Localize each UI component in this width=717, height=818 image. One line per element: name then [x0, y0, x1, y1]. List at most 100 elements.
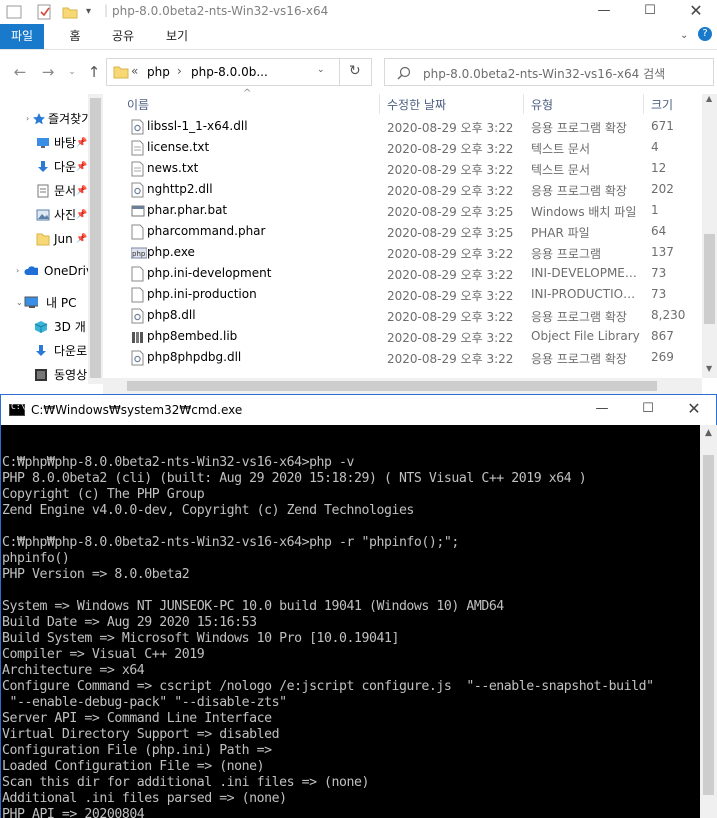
- address-dropdown-icon[interactable]: ⌄: [317, 65, 325, 75]
- up-arrow-icon[interactable]: ↑: [84, 62, 104, 82]
- search-input[interactable]: php-8.0.0beta2-nts-Win32-vs16-x64 검색: [384, 58, 714, 86]
- file-row[interactable]: php.ini-development 2020-08-29 오후 3:22 INI…: [103, 263, 703, 284]
- nav-item-downloads[interactable]: 다운 📌: [0, 156, 100, 178]
- column-divider[interactable]: [523, 94, 524, 114]
- column-divider[interactable]: [379, 94, 380, 114]
- star-icon: [33, 113, 45, 125]
- nav-item-onedrive[interactable]: › OneDriv: [0, 260, 100, 282]
- scrollbar-thumb[interactable]: [704, 234, 715, 324]
- nav-label: 다운: [54, 160, 77, 174]
- dll-icon: [131, 308, 144, 324]
- scroll-up-arrow-icon[interactable]: ▲: [706, 94, 712, 103]
- cmd-minimize-button[interactable]: —: [579, 398, 625, 422]
- nav-item-downloads-pc[interactable]: 다운로: [0, 340, 100, 362]
- address-bar[interactable]: « php › php-8.0.0b... ⌄ ↻: [106, 58, 372, 86]
- video-icon: [35, 369, 47, 381]
- file-size: 202: [651, 182, 674, 196]
- file-name: php8phpdbg.dll: [147, 350, 242, 364]
- nav-item-desktop[interactable]: 바탕 📌: [0, 132, 100, 154]
- back-arrow-icon[interactable]: ←: [10, 62, 30, 82]
- properties-icon[interactable]: [36, 4, 52, 20]
- dll-icon: [131, 119, 144, 135]
- new-folder-icon[interactable]: [62, 4, 78, 20]
- close-button[interactable]: ✕: [673, 0, 717, 24]
- file-date: 2020-08-29 오후 3:22: [387, 163, 514, 177]
- nav-item-3d-objects[interactable]: 3D 개: [0, 316, 100, 338]
- console-line: Build Date => Aug 29 2020 15:16:53: [2, 615, 257, 630]
- file-row[interactable]: php8embed.lib 2020-08-29 오후 3:22 Object Fi…: [103, 326, 703, 347]
- file-type: PHAR 파일: [531, 226, 590, 240]
- nav-item-videos[interactable]: 동영상: [0, 364, 100, 386]
- help-icon[interactable]: ?: [698, 27, 712, 41]
- file-row[interactable]: nghttp2.dll 2020-08-29 오후 3:22 응용 프로그램 확장 2…: [103, 179, 703, 200]
- tab-file[interactable]: 파일: [0, 24, 44, 49]
- tab-home[interactable]: 홈: [60, 24, 90, 49]
- customize-qat-icon[interactable]: ▾: [86, 6, 91, 22]
- tab-share[interactable]: 공유: [106, 24, 140, 49]
- explorer-titlebar: ▾ | php-8.0.0beta2-nts-Win32-vs16-x64 — …: [0, 0, 717, 24]
- quick-access-icon[interactable]: [6, 4, 22, 20]
- file-row[interactable]: php8.dll 2020-08-29 오후 3:22 응용 프로그램 확장 8,23…: [103, 305, 703, 326]
- folder-icon: [113, 66, 129, 79]
- column-header-size[interactable]: 크기: [651, 96, 673, 113]
- column-divider[interactable]: [643, 94, 644, 114]
- console-output[interactable]: C:₩php₩php-8.0.0beta2-nts-Win32-vs16-x64…: [1, 425, 700, 818]
- cmd-close-button[interactable]: ✕: [671, 398, 717, 422]
- console-line: Zend Engine v4.0.0-dev, Copyright (c) Ze…: [2, 503, 414, 518]
- lib-icon: [131, 329, 144, 345]
- pin-icon: 📌: [76, 210, 88, 220]
- nav-item-favorites[interactable]: › 즐겨찾기: [0, 108, 100, 130]
- file-size: 4: [651, 140, 659, 154]
- scrollbar-thumb[interactable]: [703, 455, 714, 795]
- nav-item-jun[interactable]: Jun 📌: [0, 228, 100, 250]
- nav-item-documents[interactable]: 문서 📌: [0, 180, 100, 202]
- ribbon-expand-icon[interactable]: ⌄: [680, 30, 688, 41]
- nav-label: Jun: [54, 232, 73, 246]
- column-header-type[interactable]: 유형: [531, 96, 553, 113]
- console-line: Virtual Directory Support => disabled: [2, 727, 280, 742]
- nav-pane-scrollbar[interactable]: [88, 94, 103, 384]
- cmd-maximize-button[interactable]: ☐: [625, 398, 671, 422]
- scrollbar-thumb[interactable]: [127, 381, 657, 391]
- file-row[interactable]: phar.phar.bat 2020-08-29 오후 3:25 Windows 배…: [103, 200, 703, 221]
- cmd-vertical-scrollbar[interactable]: ▲: [700, 425, 717, 818]
- scrollbar-thumb[interactable]: [90, 98, 101, 378]
- column-header-date[interactable]: 수정한 날짜: [387, 96, 446, 113]
- tab-view[interactable]: 보기: [160, 24, 194, 49]
- file-type: 응용 프로그램 확장: [531, 121, 627, 135]
- recent-locations-icon[interactable]: ⌄: [62, 62, 82, 82]
- download-icon: [36, 345, 46, 356]
- column-header-name[interactable]: 이름: [127, 96, 149, 113]
- file-list-horizontal-scrollbar[interactable]: [103, 378, 702, 394]
- maximize-button[interactable]: ☐: [627, 0, 673, 24]
- nav-item-pictures[interactable]: 사진 📌: [0, 204, 100, 226]
- file-row[interactable]: php.ini-production 2020-08-29 오후 3:22 INI-…: [103, 284, 703, 305]
- file-name: news.txt: [147, 161, 199, 175]
- file-list-vertical-scrollbar[interactable]: ▲ ▼: [702, 94, 717, 378]
- file-row[interactable]: php php.exe 2020-08-29 오후 3:22 응용 프로그램 137: [103, 242, 703, 263]
- expand-chevron-icon[interactable]: ⌄: [16, 292, 23, 314]
- minimize-button[interactable]: —: [581, 0, 627, 24]
- explorer-window: ▾ | php-8.0.0beta2-nts-Win32-vs16-x64 — …: [0, 0, 717, 394]
- file-row[interactable]: php8phpdbg.dll 2020-08-29 오후 3:22 응용 프로그램 …: [103, 347, 703, 368]
- expand-chevron-icon[interactable]: ›: [26, 108, 29, 130]
- forward-arrow-icon[interactable]: →: [38, 62, 58, 82]
- file-row[interactable]: pharcommand.phar 2020-08-29 오후 3:25 PHAR 파…: [103, 221, 703, 242]
- refresh-icon[interactable]: ↻: [349, 63, 361, 79]
- breadcrumb-folder[interactable]: php-8.0.0b...: [191, 65, 268, 79]
- expand-chevron-icon[interactable]: ›: [16, 260, 19, 282]
- breadcrumb-php[interactable]: php: [147, 65, 170, 79]
- file-name: libssl-1_1-x64.dll: [147, 119, 248, 133]
- nav-item-this-pc[interactable]: ⌄ 내 PC: [0, 292, 100, 314]
- document-icon: [37, 184, 49, 198]
- file-row[interactable]: license.txt 2020-08-29 오후 3:22 텍스트 문서 4: [103, 137, 703, 158]
- console-line: phpinfo(): [2, 551, 70, 566]
- file-row[interactable]: libssl-1_1-x64.dll 2020-08-29 오후 3:22 응용 프…: [103, 116, 703, 137]
- folder-icon: [36, 233, 50, 246]
- file-row[interactable]: news.txt 2020-08-29 오후 3:22 텍스트 문서 12: [103, 158, 703, 179]
- pc-icon: [24, 296, 38, 308]
- address-overflow-icon[interactable]: «: [131, 64, 138, 78]
- scroll-down-arrow-icon[interactable]: ▼: [706, 364, 712, 373]
- scroll-up-arrow-icon[interactable]: ▲: [700, 425, 717, 442]
